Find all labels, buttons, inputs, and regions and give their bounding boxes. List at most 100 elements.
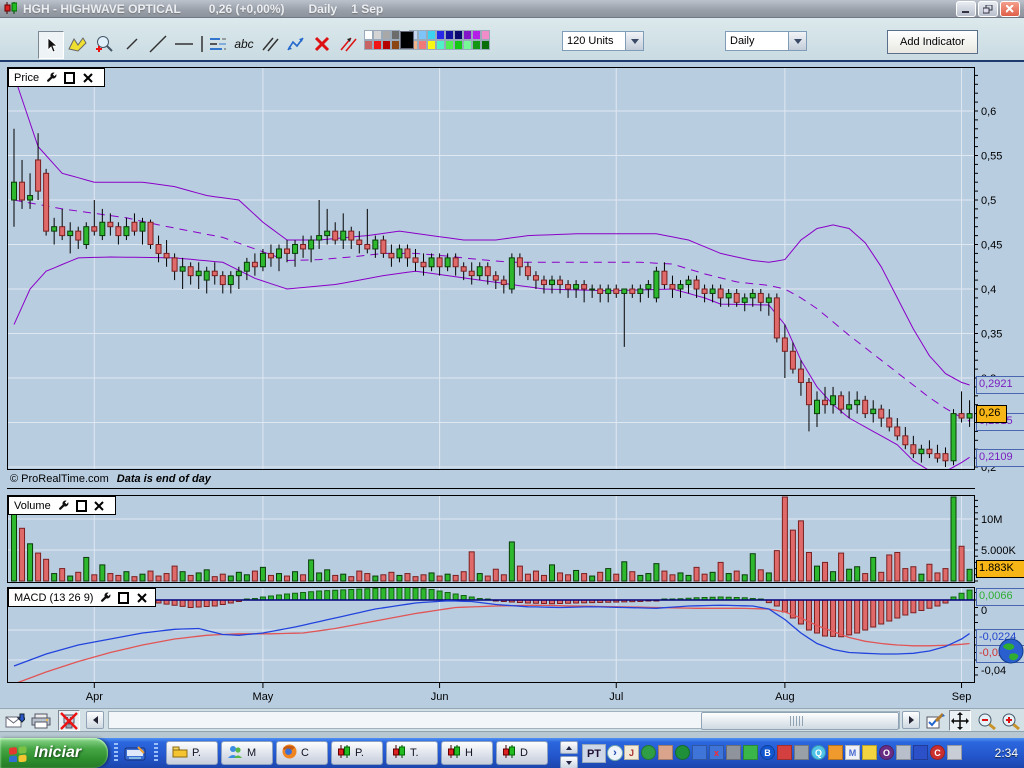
select-tool-button[interactable]: [38, 31, 64, 59]
tray-touch-icon[interactable]: [828, 745, 843, 760]
text-tool-button[interactable]: abc: [232, 31, 256, 57]
palette-color-f8f814[interactable]: [427, 40, 436, 50]
horizontal-line-tool-icon[interactable]: [172, 31, 196, 57]
zoom-out-button[interactable]: [976, 710, 998, 731]
taskbar-scroll-up-button[interactable]: [560, 741, 578, 754]
pan-mode-button[interactable]: [949, 710, 971, 731]
segment-tool-icon[interactable]: [120, 31, 144, 57]
palette-color-6c6c6c[interactable]: [391, 30, 400, 40]
palette-color-f08cc8[interactable]: [481, 30, 490, 40]
print-button[interactable]: [30, 710, 52, 731]
time-scrollbar[interactable]: [108, 711, 900, 729]
tray-expand-chevron-icon[interactable]: ›: [607, 745, 623, 761]
chart-canvas[interactable]: [0, 62, 1024, 708]
palette-color-f07878[interactable]: [418, 40, 427, 50]
alarm-tool-icon[interactable]: [66, 31, 90, 57]
robot-disabled-button[interactable]: [58, 710, 80, 731]
quicklaunch-grip[interactable]: [114, 743, 118, 763]
units-select-arrow-icon[interactable]: [625, 32, 643, 50]
units-select[interactable]: 120 Units: [562, 31, 644, 51]
palette-color-50f050[interactable]: [445, 40, 454, 50]
add-indicator-button[interactable]: Add Indicator: [887, 30, 978, 54]
tray-mail-icon[interactable]: M: [845, 745, 860, 760]
taskbar-window-button-d[interactable]: D: [496, 741, 548, 765]
taskbar-window-button-t[interactable]: T.: [386, 741, 438, 765]
tray-display-icon[interactable]: [913, 745, 928, 760]
palette-color-8414c8[interactable]: [463, 30, 472, 40]
order-book-tool-icon[interactable]: [206, 31, 230, 57]
macd-maximize-icon[interactable]: [118, 592, 129, 603]
tray-sync-icon[interactable]: C: [930, 745, 945, 760]
tray-opera-icon[interactable]: O: [879, 745, 894, 760]
tray-clipboard-icon[interactable]: [947, 745, 962, 760]
palette-color-f01414[interactable]: [373, 40, 382, 50]
palette-color-14c814[interactable]: [454, 40, 463, 50]
taskbar-window-button-h[interactable]: H: [441, 741, 493, 765]
palette-color-1414a0[interactable]: [445, 30, 454, 40]
taskbar-window-button-p[interactable]: P.: [331, 741, 383, 765]
taskbar-scroll-down-button[interactable]: [560, 756, 578, 768]
price-close-icon[interactable]: [82, 72, 93, 83]
palette-color-78f896[interactable]: [463, 40, 472, 50]
palette-color-a8a8a8[interactable]: [382, 30, 391, 40]
tray-java-icon[interactable]: J: [624, 745, 639, 760]
line-tool-icon[interactable]: [146, 31, 170, 57]
zoom-lens-tool-icon[interactable]: [92, 31, 116, 57]
tray-volume-icon[interactable]: [726, 745, 741, 760]
macd-settings-wrench-icon[interactable]: [100, 592, 111, 603]
taskbar-clock[interactable]: 2:34: [995, 746, 1018, 760]
price-maximize-icon[interactable]: [64, 72, 75, 83]
tray-network-icon[interactable]: [692, 745, 707, 760]
taskband-grip[interactable]: [154, 743, 158, 763]
tray-camera-icon[interactable]: [794, 745, 809, 760]
palette-color-50f0c8[interactable]: [436, 40, 445, 50]
volume-close-icon[interactable]: [94, 500, 105, 511]
price-settings-wrench-icon[interactable]: [46, 72, 57, 83]
tray-quicktime-icon[interactable]: Q: [811, 745, 826, 760]
tray-updater-icon[interactable]: [743, 745, 758, 760]
zigzag-tool-icon[interactable]: [284, 31, 308, 57]
tray-notes-icon[interactable]: [862, 745, 877, 760]
palette-color-b41ee6[interactable]: [472, 30, 481, 40]
macd-close-icon[interactable]: [136, 592, 147, 603]
tray-bluetooth-icon[interactable]: B: [760, 745, 775, 760]
email-button[interactable]: [4, 710, 26, 731]
palette-color-ffffff[interactable]: [364, 30, 373, 40]
price-panel[interactable]: [7, 67, 975, 475]
tray-orb-icon[interactable]: [641, 745, 656, 760]
volume-settings-wrench-icon[interactable]: [58, 500, 69, 511]
taskbar-window-button-m[interactable]: M: [221, 741, 273, 765]
start-button[interactable]: Iniciar: [0, 738, 108, 768]
taskbar-window-button-p[interactable]: P.: [166, 741, 218, 765]
palette-color-149614[interactable]: [472, 40, 481, 50]
tray-card-reader-icon[interactable]: [658, 745, 673, 760]
parallel-lines-tool-icon[interactable]: [258, 31, 282, 57]
tray-globe-icon[interactable]: [675, 745, 690, 760]
tray-messenger-offline-icon[interactable]: [777, 745, 792, 760]
macd-panel-header[interactable]: MACD (13 26 9): [8, 588, 156, 607]
close-button[interactable]: [1000, 1, 1020, 17]
palette-color-0a0a6e[interactable]: [454, 30, 463, 40]
minimize-button[interactable]: [956, 1, 976, 17]
palette-color-8c4614[interactable]: [391, 40, 400, 50]
zoom-in-button[interactable]: [1000, 710, 1022, 731]
scrollbar-thumb[interactable]: [701, 712, 899, 730]
palette-color-7ec4f8[interactable]: [418, 30, 427, 40]
restore-button[interactable]: [978, 1, 998, 17]
volume-maximize-icon[interactable]: [76, 500, 87, 511]
title-bar[interactable]: HGH - HIGHWAVE OPTICAL 0,26 (+0,00%) Dai…: [0, 0, 1024, 18]
scroll-left-button[interactable]: [86, 711, 104, 729]
period-select[interactable]: Daily: [725, 31, 807, 51]
period-select-arrow-icon[interactable]: [788, 32, 806, 50]
palette-color-3cd2f0[interactable]: [427, 30, 436, 40]
volume-panel-header[interactable]: Volume: [8, 496, 116, 515]
palette-color-0a6e0a[interactable]: [481, 40, 490, 50]
tray-recycle-icon[interactable]: [896, 745, 911, 760]
chart-settings-button[interactable]: [925, 710, 947, 731]
volume-panel[interactable]: [7, 495, 975, 583]
palette-color-000000[interactable]: [400, 31, 414, 49]
palette-color-b40000[interactable]: [382, 40, 391, 50]
taskbar-window-button-c[interactable]: C: [276, 741, 328, 765]
quicklaunch-tablet-icon[interactable]: [122, 742, 148, 764]
price-panel-header[interactable]: Price: [8, 68, 105, 87]
